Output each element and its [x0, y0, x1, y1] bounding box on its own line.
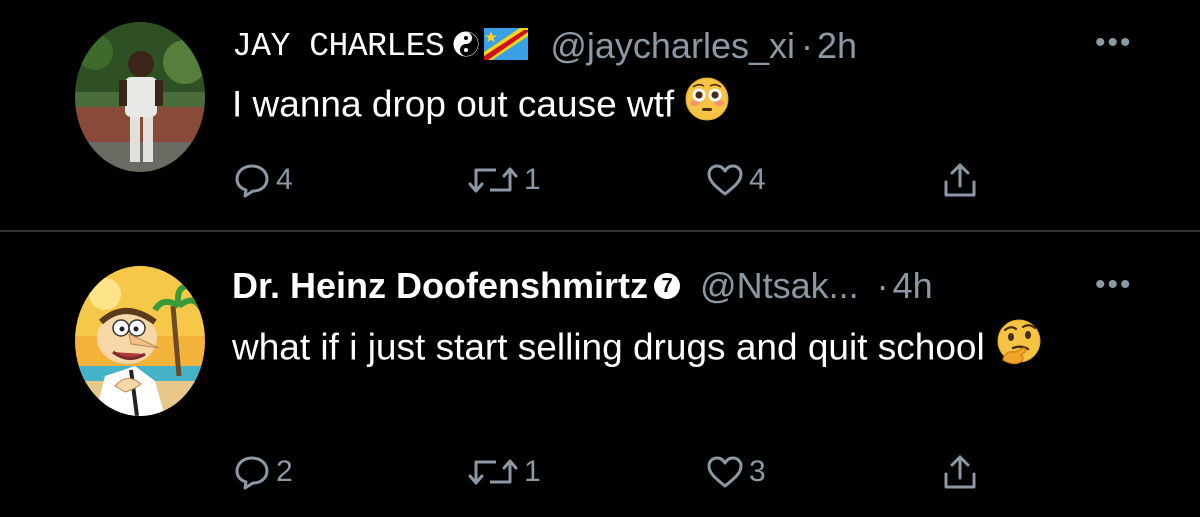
- avatar[interactable]: [75, 22, 205, 172]
- avatar[interactable]: [75, 266, 205, 416]
- display-name[interactable]: JAY CHARLES: [232, 28, 445, 65]
- more-options-icon[interactable]: •••: [1095, 28, 1133, 58]
- tweet-header: Dr. Heinz Doofenshmirtz 7 @Ntsak... · 4h: [232, 262, 933, 310]
- tweet-body: I wanna drop out cause wtf: [232, 83, 675, 125]
- retweet-icon: [466, 160, 520, 200]
- heart-icon: [705, 160, 745, 200]
- share-icon: [940, 160, 980, 200]
- heart-icon: [705, 452, 745, 492]
- reply-button[interactable]: 2: [232, 450, 293, 494]
- retweet-button[interactable]: 1: [466, 158, 541, 202]
- reply-icon: [232, 160, 272, 200]
- like-button[interactable]: 4: [705, 158, 766, 202]
- user-handle[interactable]: @jaycharles_xi: [550, 25, 795, 67]
- like-count: 3: [749, 455, 766, 488]
- retweet-button[interactable]: 1: [466, 450, 541, 494]
- badge-number: 7: [661, 275, 673, 297]
- timestamp[interactable]: 2h: [817, 25, 857, 67]
- tweet-body: what if i just start selling drugs and q…: [232, 326, 985, 368]
- separator-dot: ·: [800, 25, 813, 66]
- like-count: 4: [749, 163, 766, 196]
- reply-count: 2: [276, 455, 293, 488]
- thinking-face-emoji: [995, 318, 1043, 381]
- yin-yang-icon: [452, 30, 480, 63]
- action-bar: 4 1 4: [0, 158, 1200, 202]
- more-options-icon[interactable]: •••: [1095, 270, 1133, 300]
- share-button[interactable]: [940, 450, 980, 494]
- separator-dot: ·: [876, 265, 889, 306]
- action-bar: 2 1 3: [0, 450, 1200, 494]
- retweet-icon: [466, 452, 520, 492]
- avatar-photo: [75, 22, 205, 172]
- dr-congo-flag-icon: [484, 27, 529, 65]
- avatar-cartoon: [75, 266, 205, 416]
- display-name[interactable]: Dr. Heinz Doofenshmirtz: [232, 265, 648, 307]
- reply-count: 4: [276, 163, 293, 196]
- tweet-header: JAY CHARLES @jaycharles_xi · 2h: [232, 22, 857, 70]
- tweet-text: I wanna drop out cause wtf: [232, 76, 1132, 137]
- number-badge-icon: 7: [652, 271, 682, 301]
- tweet-text: what if i just start selling drugs and q…: [232, 318, 1132, 381]
- like-button[interactable]: 3: [705, 450, 766, 494]
- share-button[interactable]: [940, 158, 980, 202]
- tweet[interactable]: Dr. Heinz Doofenshmirtz 7 @Ntsak... · 4h…: [0, 232, 1200, 517]
- timestamp[interactable]: 4h: [893, 265, 933, 307]
- reply-button[interactable]: 4: [232, 158, 293, 202]
- tweet[interactable]: JAY CHARLES @jaycharles_xi · 2h ••• I wa…: [0, 0, 1200, 230]
- user-handle[interactable]: @Ntsak...: [700, 265, 859, 307]
- retweet-count: 1: [524, 163, 541, 196]
- share-icon: [940, 452, 980, 492]
- retweet-count: 1: [524, 455, 541, 488]
- reply-icon: [232, 452, 272, 492]
- flushed-face-emoji: [684, 76, 730, 137]
